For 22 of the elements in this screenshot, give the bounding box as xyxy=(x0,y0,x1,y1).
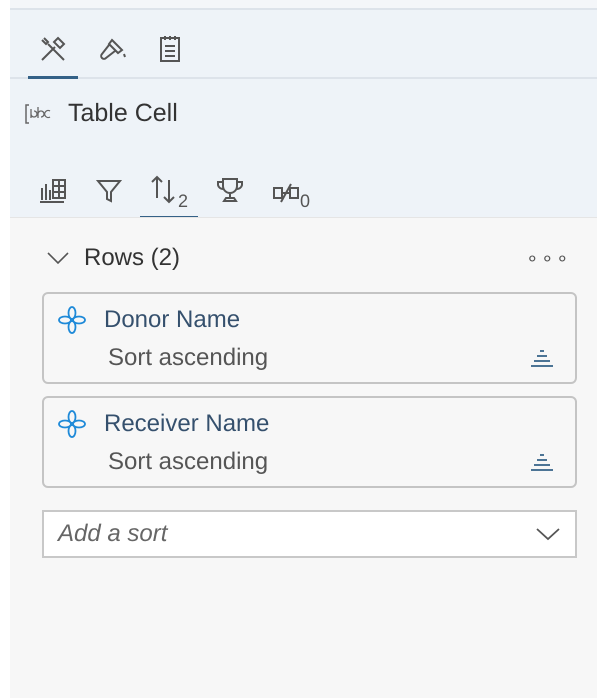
dimension-icon xyxy=(58,410,86,438)
sort-card[interactable]: Receiver Name Sort ascending xyxy=(42,396,577,488)
add-sort-dropdown[interactable]: Add a sort xyxy=(42,510,577,558)
sort-order: Sort ascending xyxy=(108,448,268,476)
sort-card[interactable]: Donor Name Sort ascending xyxy=(42,292,577,384)
dimension-name: Receiver Name xyxy=(104,410,270,438)
chart-table-icon xyxy=(38,176,68,204)
sort-order: Sort ascending xyxy=(108,344,268,372)
comparison-icon xyxy=(272,182,300,204)
more-button[interactable]: ∘∘∘ xyxy=(520,244,577,272)
trophy-icon xyxy=(216,176,244,204)
chevron-icon xyxy=(46,251,70,265)
filter-icon xyxy=(96,178,122,204)
ascending-icon xyxy=(529,349,555,367)
dropdown-icon xyxy=(535,527,561,541)
context-label: Table Cell xyxy=(68,99,178,128)
dimension-name: Donor Name xyxy=(104,306,240,334)
tab[interactable]: 0 xyxy=(262,168,320,219)
clipboard-icon xyxy=(158,34,182,64)
ascending-icon xyxy=(529,453,555,471)
dimension-icon xyxy=(58,306,86,334)
section-title: Rows (2) xyxy=(84,244,182,272)
